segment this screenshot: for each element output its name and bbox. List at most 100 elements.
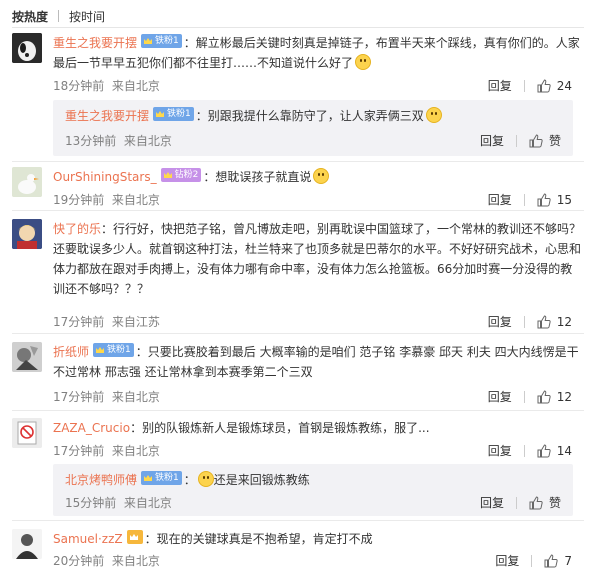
sub-reply-text: 重生之我要开摆 铁粉1 ：别跟我提什么靠防守了，让人家弄俩三双	[65, 106, 442, 126]
comment-item: 重生之我要开摆 铁粉1 ：解立彬最后关键时刻真是掉链子，布置半天来个踩线，真有你们的…	[12, 33, 584, 161]
comment-body: 快了的乐：行行好，快把范子铭，曾凡博放走吧，别再耽误中国篮球了，一个常林的教训还…	[53, 219, 584, 299]
like-button[interactable]: 12	[537, 390, 572, 404]
comment-username[interactable]: 快了的乐	[53, 222, 101, 236]
comment-location: 来自北京	[111, 444, 160, 458]
no-sign-avatar-icon	[12, 418, 42, 448]
like-count: 12	[556, 389, 572, 404]
comment-body: Samuel·zzZ ：现在的关键球真是不抱希望，肯定打不成	[53, 529, 584, 549]
vip-badge[interactable]	[126, 530, 143, 544]
avatar[interactable]	[12, 529, 42, 559]
avatar[interactable]	[12, 342, 42, 372]
comment-text: ZAZA_Crucio：别的队锻炼新人是锻炼球员，首钢是锻炼教练，服了...	[53, 418, 584, 438]
fan-badge[interactable]: 铁粉1	[141, 34, 182, 48]
sub-reply: 重生之我要开摆 铁粉1 ：别跟我提什么靠防守了，让人家弄俩三双 13分钟前 来自北京…	[53, 100, 573, 156]
comment-body: 折纸师 铁粉1 ：只要比赛胶着到最后 大概率输的是咱们 范子铭 李慕豪 邱天 利夫 …	[53, 342, 584, 382]
like-button[interactable]: 赞	[529, 494, 561, 511]
like-button[interactable]: 15	[537, 193, 572, 207]
fan-badge[interactable]: 铁粉1	[141, 471, 182, 485]
action-divider	[515, 496, 517, 509]
comment-time: 17分钟前	[53, 444, 105, 458]
comment-username[interactable]: Samuel·zzZ	[53, 532, 123, 546]
crown-icon	[156, 111, 165, 117]
thumbs-up-icon	[537, 389, 551, 403]
comment-username[interactable]: 折纸师	[53, 345, 89, 359]
avatar[interactable]	[12, 418, 42, 448]
reply-button[interactable]: 回复	[488, 388, 512, 405]
comment-time: 17分钟前	[53, 390, 105, 404]
like-count: 24	[556, 78, 572, 93]
sub-reply-username[interactable]: 北京烤鸭师傅	[65, 473, 137, 487]
smile-emoji-icon	[313, 168, 330, 184]
comment-time: 19分钟前	[53, 193, 105, 207]
sub-reply-username[interactable]: 重生之我要开摆	[65, 109, 149, 123]
comment-item: ZAZA_Crucio：别的队锻炼新人是锻炼球员，首钢是锻炼教练，服了... 1…	[12, 418, 584, 518]
comment-actions: 回复 24	[488, 77, 572, 94]
tab-sort-hot[interactable]: 按热度	[12, 8, 48, 25]
comment-username[interactable]: ZAZA_Crucio	[53, 421, 130, 435]
fan-badge[interactable]: 铁粉1	[153, 107, 194, 121]
avatar[interactable]	[12, 219, 42, 249]
sort-tabs: 按热度 按时间	[12, 6, 105, 26]
tab-sort-time[interactable]: 按时间	[69, 8, 105, 25]
reply-button[interactable]: 回复	[480, 132, 504, 149]
reply-button[interactable]: 回复	[488, 442, 512, 459]
like-count: 7	[564, 553, 572, 568]
comment-divider	[12, 520, 584, 521]
sad-emoji-icon	[355, 54, 372, 70]
fan-badge[interactable]: 钻粉2	[160, 168, 202, 182]
tabs-underline	[12, 27, 584, 28]
avatar[interactable]	[12, 167, 42, 197]
thumbs-up-icon	[544, 553, 559, 567]
fan-badge-label: 铁粉1	[167, 109, 191, 119]
like-count: 14	[556, 443, 572, 458]
sad-emoji-icon	[425, 107, 442, 123]
reply-button[interactable]: 回复	[480, 494, 504, 511]
comment-username[interactable]: OurShiningStars_	[53, 170, 157, 184]
comment-actions: 回复 7	[495, 552, 572, 569]
reply-button[interactable]: 回复	[488, 313, 512, 330]
like-count: 12	[556, 314, 572, 329]
reply-button[interactable]: 回复	[488, 77, 512, 94]
crown-icon	[129, 534, 138, 540]
comic-avatar-icon	[12, 342, 42, 372]
person-avatar-icon	[12, 529, 42, 559]
comment-item: OurShiningStars_ 钻粉2 ：想耽误孩子就直说 19分钟前 来自北京 …	[12, 167, 584, 209]
reply-button[interactable]: 回复	[488, 191, 512, 208]
action-divider	[523, 79, 525, 92]
thumbs-up-icon	[537, 443, 551, 457]
comment-divider	[12, 161, 584, 162]
crown-icon	[144, 38, 153, 44]
comment-content: ：现在的关键球真是不抱希望，肯定打不成	[144, 532, 373, 546]
action-divider	[523, 315, 525, 328]
thumbs-up-icon	[537, 78, 551, 92]
sub-reply-location: 来自北京	[123, 134, 172, 148]
comment-content: ：行行好，快把范子铭，曾凡博放走吧，别再耽误中国篮球了，一个常林的教训还不够吗？…	[53, 222, 582, 296]
comment-content: ：别的队锻炼新人是锻炼球员，首钢是锻炼教练，服了...	[130, 421, 430, 435]
fan-badge-label: 铁粉1	[107, 345, 131, 355]
sub-reply-content: ：别跟我提什么靠防守了，让人家弄俩三双	[195, 109, 424, 123]
comment-body: OurShiningStars_ 钻粉2 ：想耽误孩子就直说	[53, 167, 584, 187]
tab-divider	[58, 10, 60, 22]
crown-icon	[144, 475, 153, 481]
avatar[interactable]	[12, 33, 42, 63]
comment-meta: 18分钟前 来自北京	[53, 77, 160, 94]
comment-divider	[12, 333, 584, 334]
comment-meta: 17分钟前 来自北京	[53, 442, 160, 459]
like-button[interactable]: 14	[537, 444, 572, 458]
like-button[interactable]: 24	[537, 79, 572, 93]
like-button[interactable]: 7	[544, 554, 572, 568]
fan-badge[interactable]: 铁粉1	[93, 343, 134, 357]
comment-body: 重生之我要开摆 铁粉1 ：解立彬最后关键时刻真是掉链子，布置半天来个踩线，真有你们的…	[53, 33, 584, 73]
comment-username[interactable]: 重生之我要开摆	[53, 36, 137, 50]
comment-text: 快了的乐：行行好，快把范子铭，曾凡博放走吧，别再耽误中国篮球了，一个常林的教训还…	[53, 219, 584, 299]
anime-avatar-icon	[12, 219, 42, 249]
like-button[interactable]: 赞	[529, 132, 561, 149]
comment-content: ：想耽误孩子就直说	[203, 170, 312, 184]
comment-divider	[12, 410, 584, 411]
comment-actions: 回复 15	[488, 191, 572, 208]
reply-button[interactable]: 回复	[495, 552, 519, 569]
thumbs-up-icon	[537, 314, 551, 328]
like-button[interactable]: 12	[537, 315, 572, 329]
comment-text: 重生之我要开摆 铁粉1 ：解立彬最后关键时刻真是掉链子，布置半天来个踩线，真有你们的…	[53, 33, 584, 73]
action-divider	[523, 444, 525, 457]
